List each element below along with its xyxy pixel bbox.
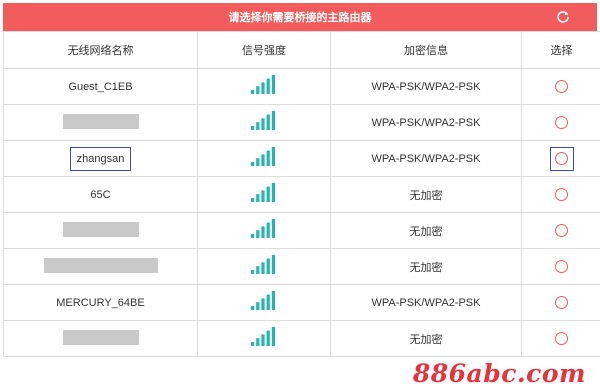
table-row[interactable]: zhangsan WPA-PSK/WPA2-PSK (3, 140, 600, 177)
ssid-label: 65C (90, 189, 111, 201)
signal-strength-icon (251, 74, 277, 98)
security-label: WPA-PSK/WPA2-PSK (371, 297, 481, 309)
signal-strength-icon (251, 326, 277, 350)
ssid-cell (3, 320, 198, 357)
security-cell: 无加密 (330, 212, 522, 249)
select-radio[interactable] (551, 220, 573, 242)
table-row[interactable]: 65C 无加密 (3, 176, 600, 213)
signal-cell (197, 68, 331, 105)
signal-strength-icon (251, 182, 277, 206)
radio-circle-icon (555, 332, 568, 345)
select-cell (521, 212, 600, 249)
radio-circle-icon (555, 188, 568, 201)
ssid-cell: MERCURY_64BE (3, 284, 198, 321)
refresh-icon[interactable] (555, 9, 571, 25)
radio-circle-icon (555, 80, 568, 93)
signal-strength-icon (251, 146, 277, 170)
security-cell: 无加密 (330, 248, 522, 285)
select-radio[interactable] (551, 184, 573, 206)
signal-cell (197, 140, 331, 177)
security-label: 无加密 (409, 261, 443, 274)
select-radio[interactable] (551, 76, 573, 98)
redacted-ssid (62, 221, 139, 237)
table-row[interactable]: Guest_C1EB WPA-PSK/WPA2-PSK (3, 68, 600, 105)
column-header-select: 选择 (521, 31, 600, 69)
security-cell: WPA-PSK/WPA2-PSK (330, 284, 522, 321)
redacted-ssid (43, 257, 158, 273)
radio-circle-icon (555, 260, 568, 273)
security-label: WPA-PSK/WPA2-PSK (371, 117, 481, 129)
table-row[interactable]: 无加密 (3, 248, 600, 285)
ssid-cell (3, 104, 198, 141)
signal-strength-icon (251, 290, 277, 314)
ssid-cell: Guest_C1EB (3, 68, 198, 105)
radio-circle-icon (555, 152, 568, 165)
select-radio[interactable] (551, 328, 573, 350)
table-header-row: 无线网络名称 信号强度 加密信息 选择 (3, 31, 600, 69)
security-label: 无加密 (409, 225, 443, 238)
select-cell (521, 140, 600, 177)
select-cell (521, 176, 600, 213)
select-radio[interactable] (551, 292, 573, 314)
radio-circle-icon (555, 116, 568, 129)
security-cell: 无加密 (330, 176, 522, 213)
ssid-cell: 65C (3, 176, 198, 213)
ssid-input[interactable]: zhangsan (69, 147, 132, 171)
security-cell: WPA-PSK/WPA2-PSK (330, 140, 522, 177)
ssid-cell (3, 212, 198, 249)
watermark: 886abc.com (412, 359, 586, 388)
panel-title: 请选择你需要桥接的主路由器 (228, 11, 372, 24)
table-row[interactable]: 无加密 (3, 212, 600, 249)
redacted-ssid (62, 329, 139, 345)
column-header-ssid: 无线网络名称 (3, 31, 198, 69)
security-cell: 无加密 (330, 320, 522, 357)
select-cell (521, 320, 600, 357)
router-select-panel: 请选择你需要桥接的主路由器 无线网络名称 信号强度 加密信息 选择 Guest_… (3, 3, 600, 357)
signal-cell (197, 176, 331, 213)
select-radio[interactable] (551, 112, 573, 134)
radio-circle-icon (555, 296, 568, 309)
column-header-signal: 信号强度 (197, 31, 331, 69)
select-radio[interactable] (551, 256, 573, 278)
table-row[interactable]: 无加密 (3, 320, 600, 357)
signal-strength-icon (251, 218, 277, 242)
network-table: 无线网络名称 信号强度 加密信息 选择 Guest_C1EB WPA-PSK/WP… (3, 31, 600, 357)
security-label: WPA-PSK/WPA2-PSK (371, 153, 481, 165)
select-cell (521, 68, 600, 105)
security-label: 无加密 (409, 333, 443, 346)
radio-circle-icon (555, 224, 568, 237)
ssid-cell: zhangsan (3, 140, 198, 177)
ssid-label: MERCURY_64BE (56, 297, 145, 309)
security-label: WPA-PSK/WPA2-PSK (371, 81, 481, 93)
select-cell (521, 104, 600, 141)
signal-cell (197, 284, 331, 321)
redacted-ssid (62, 113, 139, 129)
signal-cell (197, 248, 331, 285)
ssid-cell (3, 248, 198, 285)
table-row[interactable]: WPA-PSK/WPA2-PSK (3, 104, 600, 141)
ssid-label: Guest_C1EB (68, 81, 133, 93)
security-cell: WPA-PSK/WPA2-PSK (330, 104, 522, 141)
select-radio[interactable] (549, 146, 574, 171)
signal-cell (197, 212, 331, 249)
security-label: 无加密 (409, 189, 443, 202)
signal-strength-icon (251, 254, 277, 278)
signal-strength-icon (251, 110, 277, 134)
signal-cell (197, 104, 331, 141)
table-row[interactable]: MERCURY_64BE WPA-PSK/WPA2-PSK (3, 284, 600, 321)
column-header-security: 加密信息 (330, 31, 522, 69)
select-cell (521, 248, 600, 285)
select-cell (521, 284, 600, 321)
panel-header: 请选择你需要桥接的主路由器 (3, 3, 597, 31)
signal-cell (197, 320, 331, 357)
security-cell: WPA-PSK/WPA2-PSK (330, 68, 522, 105)
